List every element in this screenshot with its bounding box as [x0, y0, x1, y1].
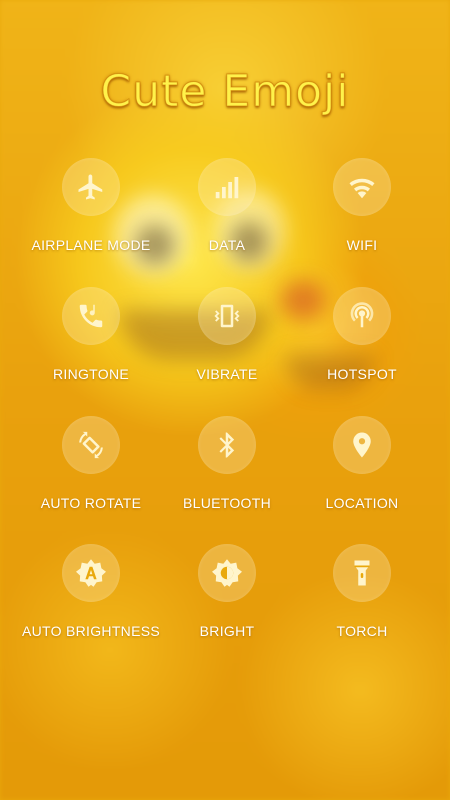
location-pin-icon	[333, 416, 391, 474]
toggle-label: AIRPLANE MODE	[31, 237, 151, 253]
toggle-bluetooth[interactable]: BLUETOOTH	[152, 416, 302, 526]
toggle-data[interactable]: DATA	[152, 158, 302, 268]
toggle-bright[interactable]: BRIGHT	[152, 544, 302, 654]
toggle-label: AUTO ROTATE	[40, 495, 142, 511]
airplane-icon	[62, 158, 120, 216]
toggle-label: VIBRATE	[196, 366, 258, 382]
signal-bars-icon	[198, 158, 256, 216]
toggle-ringtone[interactable]: RINGTONE	[16, 287, 166, 397]
torch-icon	[333, 544, 391, 602]
toggle-label: HOTSPOT	[327, 366, 397, 382]
quick-settings-panel: Cute Emoji AIRPLANE MODE DATA WIFI RINGT…	[0, 0, 450, 800]
auto-brightness-icon	[62, 544, 120, 602]
toggle-hotspot[interactable]: HOTSPOT	[287, 287, 437, 397]
toggle-wifi[interactable]: WIFI	[287, 158, 437, 268]
toggle-label: AUTO BRIGHTNESS	[21, 623, 161, 639]
phone-ring-icon	[62, 287, 120, 345]
toggle-torch[interactable]: TORCH	[287, 544, 437, 654]
vibrate-icon	[198, 287, 256, 345]
toggle-airplane-mode[interactable]: AIRPLANE MODE	[16, 158, 166, 268]
toggle-location[interactable]: LOCATION	[287, 416, 437, 526]
toggle-label: BRIGHT	[199, 623, 255, 639]
toggle-label: BLUETOOTH	[182, 495, 271, 511]
brightness-icon	[198, 544, 256, 602]
toggle-label: RINGTONE	[52, 366, 130, 382]
bluetooth-icon	[198, 416, 256, 474]
auto-rotate-icon	[62, 416, 120, 474]
wifi-icon	[333, 158, 391, 216]
toggle-auto-brightness[interactable]: AUTO BRIGHTNESS	[16, 544, 166, 654]
toggle-auto-rotate[interactable]: AUTO ROTATE	[16, 416, 166, 526]
toggle-label: LOCATION	[325, 495, 399, 511]
toggle-label: DATA	[208, 237, 246, 253]
hotspot-icon	[333, 287, 391, 345]
toggle-label: WIFI	[346, 237, 378, 253]
theme-title: Cute Emoji	[100, 66, 350, 118]
toggle-label: TORCH	[336, 623, 388, 639]
toggle-vibrate[interactable]: VIBRATE	[152, 287, 302, 397]
